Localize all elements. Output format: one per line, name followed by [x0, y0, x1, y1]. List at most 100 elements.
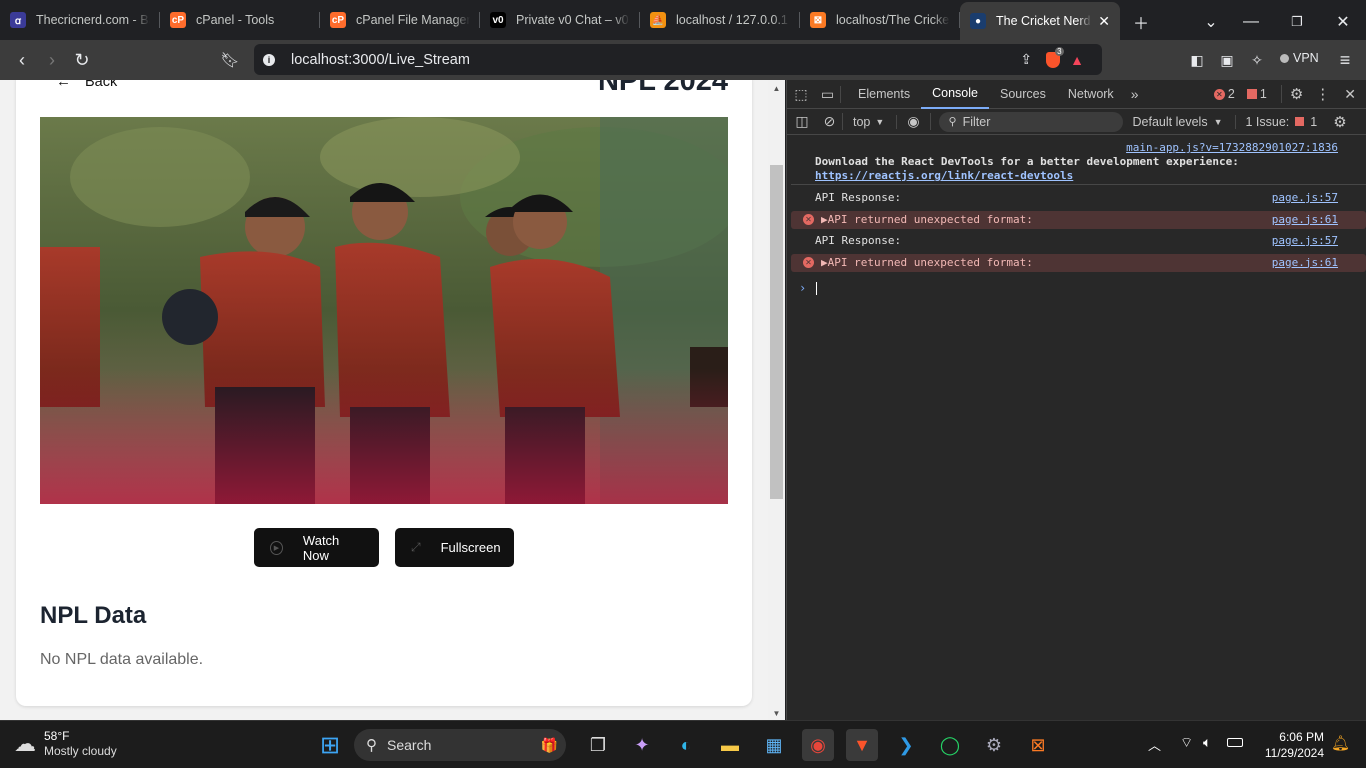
browser-tab[interactable]: ꭤ Thecricnerd.com - Ba	[0, 2, 160, 38]
browser-tab[interactable]: ⊠ localhost/The Cricket	[800, 2, 960, 38]
tab-title: localhost / 127.0.0.1	[676, 13, 788, 27]
error-count: 2	[1227, 87, 1235, 101]
store-icon[interactable]: ▦	[758, 729, 790, 761]
console-message[interactable]: API Response: page.js:57	[791, 189, 1366, 207]
warning-counter[interactable]: 1	[1246, 87, 1267, 101]
close-tab-icon[interactable]: ✕	[1098, 13, 1110, 30]
start-button[interactable]: ⊞	[314, 729, 346, 761]
browser-tab[interactable]: cP cPanel - Tools	[160, 2, 320, 38]
devtools-tab-bar: ⬚ ▭ Elements Console Sources Network » ✕ 2 …	[787, 80, 1366, 109]
back-link[interactable]: ← Back	[56, 80, 117, 90]
browser-toolbar: ‹ › ↻ 🔖︎ i localhost:3000/Live_Stream ⇪ …	[0, 40, 1366, 80]
minimize-button[interactable]: —	[1228, 4, 1274, 40]
forward-nav-icon[interactable]: ›	[37, 45, 67, 75]
tab-search-icon[interactable]: ⌄	[1194, 4, 1228, 40]
chrome-icon[interactable]: ◉	[802, 729, 834, 761]
close-devtools-icon[interactable]: ✕	[1344, 86, 1356, 103]
maximize-button[interactable]: ❐	[1274, 4, 1320, 40]
edge-icon[interactable]: ◐	[670, 729, 702, 761]
whatsapp-icon[interactable]: ◯	[934, 729, 966, 761]
copilot-icon[interactable]: ✦	[626, 729, 658, 761]
close-window-button[interactable]: ✕	[1320, 4, 1366, 40]
weather-widget[interactable]: ☁ 58°F Mostly cloudy	[14, 729, 117, 759]
devtools-tab[interactable]: Elements	[847, 80, 921, 109]
brave-rewards-icon[interactable]: ▲	[1070, 52, 1084, 68]
browser-tab[interactable]: v0 Private v0 Chat – v0	[480, 2, 640, 38]
file-explorer-icon[interactable]: ▬	[714, 729, 746, 761]
console-settings-icon[interactable]: ⚙	[1333, 113, 1346, 131]
message-source-link[interactable]: main-app.js?v=1732882901027:1836	[1126, 141, 1338, 154]
weather-desc: Mostly cloudy	[44, 744, 117, 758]
page-scrollbar[interactable]: ▲ ▼	[768, 80, 785, 720]
settings-icon[interactable]: ⚙	[978, 729, 1010, 761]
site-info-icon[interactable]: i	[263, 53, 275, 66]
error-counter[interactable]: ✕ 2	[1213, 87, 1235, 101]
console-message[interactable]: main-app.js?v=1732882901027:1836 Download…	[791, 141, 1366, 185]
log-levels-dropdown[interactable]: Default levels ▼	[1133, 114, 1236, 129]
inspect-element-icon[interactable]: ⬚	[787, 86, 815, 103]
devtools-tab[interactable]: Network	[1057, 80, 1125, 109]
watch-now-button[interactable]: ▶ Watch Now	[254, 528, 379, 567]
tab-title: cPanel - Tools	[196, 13, 275, 27]
issues-button[interactable]: 1 Issue: 1	[1246, 115, 1318, 129]
console-message[interactable]: ✕ ▶API returned unexpected format: page.js…	[791, 210, 1366, 229]
fullscreen-button[interactable]: ⤢ Fullscreen	[395, 528, 514, 567]
back-label: Back	[85, 80, 118, 90]
devtools-tab[interactable]: Sources	[989, 80, 1057, 109]
browser-tab[interactable]: ⛵ localhost / 127.0.0.1	[640, 2, 800, 38]
message-link[interactable]: https://reactjs.org/link/react-devtools	[815, 169, 1073, 182]
bookmark-icon[interactable]: 🔖︎	[215, 45, 245, 75]
console-message[interactable]: API Response: page.js:57	[791, 232, 1366, 250]
wallet-icon[interactable]: ▣	[1212, 45, 1242, 75]
brave-shield-icon[interactable]: 3	[1046, 46, 1064, 68]
share-icon[interactable]: ⇪	[1020, 51, 1032, 68]
context-selector[interactable]: top ▼	[853, 114, 898, 129]
device-toolbar-icon[interactable]: ▭	[815, 85, 841, 103]
browser-tab[interactable]: cP cPanel File Manager	[320, 2, 480, 38]
issues-count: 1	[1310, 114, 1318, 129]
live-expression-icon[interactable]: ◉	[907, 113, 931, 130]
filter-placeholder: Filter	[962, 114, 991, 129]
message-source-link[interactable]: page.js:57	[1272, 189, 1338, 207]
vpn-button[interactable]: VPN	[1280, 51, 1319, 65]
taskbar-search[interactable]: ⚲ Search 🎁	[354, 729, 566, 761]
new-tab-button[interactable]: ＋	[1124, 4, 1158, 40]
show-hidden-icons[interactable]: ︿	[1148, 735, 1161, 754]
battery-icon[interactable]	[1227, 738, 1243, 747]
show-sidebar-icon[interactable]: ◫	[787, 113, 817, 130]
message-source-link[interactable]: page.js:61	[1272, 211, 1338, 229]
scrollbar-thumb[interactable]	[770, 165, 783, 499]
xampp-icon[interactable]: ⊠	[1022, 729, 1054, 761]
message-source-link[interactable]: page.js:61	[1272, 254, 1338, 272]
settings-gear-icon[interactable]: ⚙	[1280, 85, 1303, 103]
volume-icon[interactable]: 🔈︎	[1203, 734, 1211, 751]
devtools-tab[interactable]: Console	[921, 80, 989, 109]
console-prompt[interactable]: ›	[799, 281, 818, 295]
sidebar-icon[interactable]: ◧	[1182, 45, 1212, 75]
address-bar[interactable]: i localhost:3000/Live_Stream ⇪ 3 ▲	[254, 44, 1102, 75]
wifi-icon[interactable]: ⌔	[1180, 734, 1193, 752]
error-icon: ✕	[803, 213, 814, 225]
menu-icon[interactable]: ≡	[1330, 45, 1360, 75]
scroll-up-icon[interactable]: ▲	[768, 84, 785, 93]
message-source-link[interactable]: page.js:57	[1272, 232, 1338, 250]
clear-console-icon[interactable]: ⊘	[817, 113, 843, 130]
more-tabs-icon[interactable]: »	[1131, 86, 1139, 102]
brave-icon[interactable]: ▼	[846, 729, 878, 761]
console-message[interactable]: ✕ ▶API returned unexpected format: page.js…	[791, 253, 1366, 272]
watch-now-label: Watch Now	[302, 532, 340, 563]
clock-date: 11/29/2024	[1264, 746, 1324, 760]
clock-time: 6:06 PM	[1279, 730, 1324, 744]
notification-bell-icon[interactable]: 🔔︎	[1331, 734, 1350, 752]
caret-down-icon: ▼	[875, 116, 885, 127]
leo-ai-icon[interactable]: ✧	[1242, 45, 1272, 75]
more-options-icon[interactable]: ⋮	[1315, 85, 1330, 103]
browser-tab[interactable]: ● The Cricket Nerd ✕	[960, 2, 1120, 40]
back-nav-icon[interactable]: ‹	[7, 45, 37, 75]
task-view-icon[interactable]: ❐	[582, 729, 614, 761]
scroll-down-icon[interactable]: ▼	[768, 709, 785, 718]
clock[interactable]: 6:06 PM 11/29/2024	[1258, 729, 1324, 761]
reload-icon[interactable]: ↻	[67, 45, 97, 75]
vscode-icon[interactable]: ❯	[890, 729, 922, 761]
filter-input[interactable]: ⚲ Filter	[938, 111, 1123, 132]
